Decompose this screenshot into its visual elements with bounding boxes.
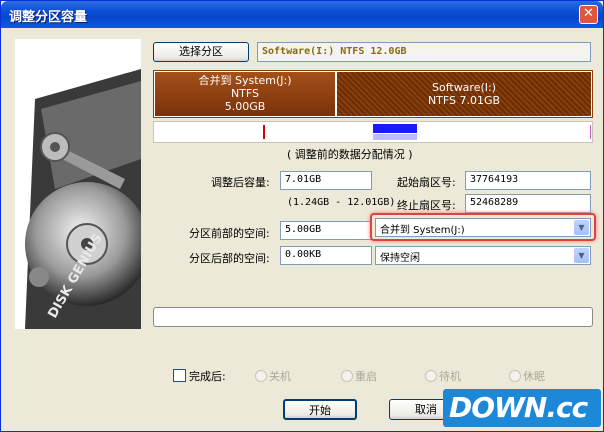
end-sector-input[interactable]: 52468289: [465, 194, 591, 213]
start-button[interactable]: 开始: [283, 399, 357, 420]
space-before-input[interactable]: 5.00GB: [280, 221, 372, 240]
radio-label: 重启: [355, 370, 377, 383]
radio-dot: [509, 370, 521, 382]
partition-info: Software(I:) NTFS 12.0GB: [257, 42, 591, 62]
partition-size: 5.00GB: [224, 100, 266, 113]
space-before-select[interactable]: 合并到 System(J:) ▼: [375, 218, 591, 237]
after-complete-label: 完成后:: [189, 370, 226, 383]
space-after-select[interactable]: 保持空闲 ▼: [375, 246, 591, 265]
radio-restart[interactable]: 重启: [341, 368, 377, 384]
partition-name: Software(I:): [431, 81, 497, 94]
space-after-input[interactable]: 0.00KB: [280, 246, 372, 265]
distribution-end-marker: [590, 125, 591, 139]
partition-software-block[interactable]: Software(I:) NTFS 7.01GB: [337, 72, 591, 116]
chevron-down-icon[interactable]: ▼: [574, 248, 589, 263]
radio-shutdown[interactable]: 关机: [255, 368, 291, 384]
partition-system-block[interactable]: 合并到 System(J:) NTFS 5.00GB: [155, 72, 335, 116]
hard-disk-image: DISK GENIUS: [15, 39, 141, 329]
distribution-data-block: [373, 124, 417, 133]
title-bar: 调整分区容量 ✕: [1, 1, 603, 28]
size-after-label: 调整后容量:: [211, 176, 270, 189]
select-partition-button[interactable]: 选择分区: [153, 42, 249, 62]
progress-bar: [153, 307, 593, 327]
size-after-input[interactable]: 7.01GB: [280, 171, 372, 190]
data-distribution-bar: [153, 121, 593, 143]
partition-map: 合并到 System(J:) NTFS 5.00GB Software(I:) …: [153, 70, 593, 118]
distribution-data-line: [373, 134, 417, 140]
end-sector-label: 终止扇区号:: [397, 199, 456, 212]
window-title: 调整分区容量: [9, 10, 88, 25]
chevron-down-icon[interactable]: ▼: [574, 220, 589, 235]
radio-hibernate[interactable]: 休眠: [509, 368, 545, 384]
radio-dot: [255, 370, 267, 382]
partition-fs: NTFS: [230, 87, 260, 100]
watermark-text: DOWN.cc: [449, 391, 588, 424]
distribution-caption: ( 调整前的数据分配情况 ): [287, 148, 413, 161]
distribution-marker: [263, 125, 265, 139]
space-after-label: 分区后部的空间:: [189, 252, 270, 265]
dialog-window: 调整分区容量 ✕ DISK GENIUS 选择分区 Software(I:) N…: [0, 0, 604, 432]
radio-label: 关机: [269, 370, 291, 383]
size-range: (1.24GB - 12.01GB): [287, 197, 396, 208]
radio-dot: [341, 370, 353, 382]
dialog-body: DISK GENIUS 选择分区 Software(I:) NTFS 12.0G…: [5, 29, 599, 429]
space-before-label: 分区前部的空间:: [189, 227, 270, 240]
partition-name: 合并到 System(J:): [198, 74, 292, 87]
close-icon[interactable]: ✕: [579, 5, 598, 24]
radio-dot: [425, 370, 437, 382]
space-after-option: 保持空闲: [380, 253, 420, 264]
radio-label: 休眠: [523, 370, 545, 383]
start-sector-label: 起始扇区号:: [397, 176, 456, 189]
space-before-option: 合并到 System(J:): [380, 225, 465, 236]
watermark-logo: DOWN.cc: [443, 389, 601, 427]
radio-standby[interactable]: 待机: [425, 368, 461, 384]
start-sector-input[interactable]: 37764193: [465, 171, 591, 190]
after-complete-checkbox[interactable]: [173, 369, 186, 382]
radio-label: 待机: [439, 370, 461, 383]
partition-fs-size: NTFS 7.01GB: [427, 94, 501, 107]
